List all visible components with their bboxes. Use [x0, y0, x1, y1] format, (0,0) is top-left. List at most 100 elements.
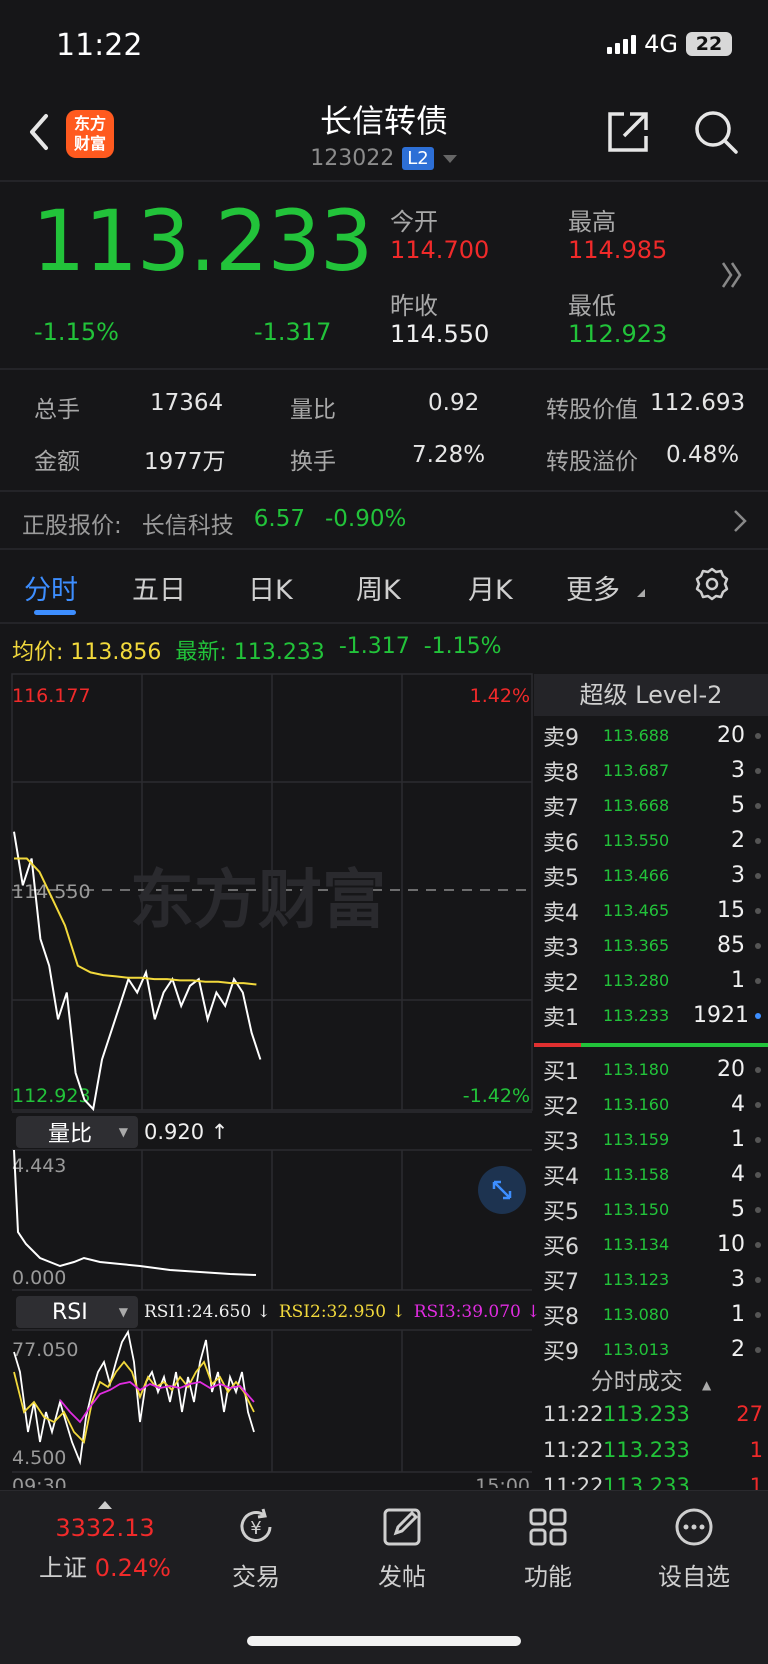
bid-row-3[interactable]: 买3 113.159 1	[543, 1122, 768, 1157]
level-dot-icon	[755, 1066, 761, 1073]
level-volume: 1921	[693, 1003, 749, 1028]
bid-row-8[interactable]: 买8 113.080 1	[543, 1297, 768, 1332]
level-price: 113.080	[603, 1305, 670, 1324]
level-dot-icon	[755, 767, 761, 774]
chevron-right-icon[interactable]	[732, 508, 748, 534]
bid-row-4[interactable]: 买4 113.158 4	[543, 1157, 768, 1192]
level-price: 113.365	[603, 936, 670, 955]
bid-row-1[interactable]: 买1 113.180 20	[543, 1052, 768, 1087]
level-price: 113.465	[603, 901, 670, 920]
premium-value: 0.48%	[666, 442, 740, 468]
tab-more[interactable]: 更多	[566, 568, 620, 607]
status-icons: 4G 22	[607, 30, 732, 58]
trade-price: 113.233	[603, 1402, 690, 1426]
level-volume: 1	[731, 1302, 745, 1327]
open-label: 今开	[390, 208, 438, 236]
book-separator	[534, 1043, 768, 1047]
tab-five-day[interactable]: 五日	[132, 568, 186, 607]
index-pct: 0.24%	[94, 1554, 171, 1582]
tab-weekly-k[interactable]: 周K	[356, 568, 401, 607]
trade-row: 11:22 113.233 27	[543, 1402, 763, 1426]
rsi-min-label: 4.500	[12, 1447, 66, 1469]
ask-row-7[interactable]: 卖7 113.668 5	[543, 788, 768, 823]
ask-row-9[interactable]: 卖9 113.688 20	[543, 718, 768, 753]
divider	[0, 180, 768, 182]
level-label: 买7	[543, 1269, 579, 1295]
search-icon[interactable]	[692, 108, 740, 156]
trade-price: 113.233	[603, 1438, 690, 1462]
level-price: 113.687	[603, 761, 670, 780]
expand-chart-button[interactable]	[478, 1166, 526, 1214]
level-label: 卖7	[543, 795, 579, 821]
level-dot-icon	[755, 1276, 761, 1283]
grid-icon	[529, 1508, 567, 1546]
index-ticker[interactable]: 3332.13 上证 0.24%	[20, 1500, 190, 1583]
nav-post[interactable]: 发帖	[342, 1505, 462, 1592]
low-label: 最低	[568, 292, 616, 320]
rsi-select[interactable]: RSI ▼	[16, 1296, 138, 1328]
level-price: 113.280	[603, 971, 670, 990]
ask-row-4[interactable]: 卖4 113.465 15	[543, 893, 768, 928]
intraday-chart[interactable]: 东方财富 116.177 1.42% 114.550 112.923 -1.42…	[0, 672, 534, 1488]
level-dot-icon	[755, 802, 761, 809]
caret-icon	[637, 589, 645, 597]
nav-functions[interactable]: 功能	[488, 1505, 608, 1592]
underlying-change: -0.90%	[324, 506, 407, 532]
gear-icon[interactable]	[694, 566, 730, 602]
ask-row-5[interactable]: 卖5 113.466 3	[543, 858, 768, 893]
double-chevron-right-icon[interactable]	[720, 260, 744, 290]
status-time: 11:22	[56, 28, 143, 63]
svg-text:¥: ¥	[250, 1518, 261, 1539]
trades-header[interactable]: 分时成交 ▲	[534, 1362, 768, 1396]
nav-trade[interactable]: ¥ 交易	[196, 1505, 316, 1592]
bid-row-7[interactable]: 买7 113.123 3	[543, 1262, 768, 1297]
caret-up-icon: ▲	[702, 1378, 712, 1392]
level-dot-icon	[755, 837, 761, 844]
ask-row-8[interactable]: 卖8 113.687 3	[543, 753, 768, 788]
turnover-value: 7.28%	[412, 442, 486, 468]
last-price: 113.233	[32, 192, 373, 290]
y-max-label: 116.177	[12, 685, 91, 707]
bid-row-2[interactable]: 买2 113.160 4	[543, 1087, 768, 1122]
level-price: 113.134	[603, 1235, 670, 1254]
level-price: 113.160	[603, 1095, 670, 1114]
open-value: 114.700	[390, 236, 490, 264]
underlying-stock-row[interactable]: 正股报价: 长信科技 6.57 -0.90%	[22, 506, 406, 540]
tab-intraday[interactable]: 分时	[24, 568, 78, 607]
ask-row-3[interactable]: 卖3 113.365 85	[543, 928, 768, 963]
tab-daily-k[interactable]: 日K	[248, 568, 293, 607]
caret-up-icon	[98, 1501, 112, 1509]
level-price: 113.159	[603, 1130, 670, 1149]
trade-row: 11:22 113.233 1	[543, 1438, 763, 1462]
watermark: 东方财富	[130, 864, 386, 938]
share-icon[interactable]	[604, 108, 652, 156]
security-code: 123022	[310, 146, 395, 171]
edit-icon	[383, 1508, 421, 1546]
tab-monthly-k[interactable]: 月K	[468, 568, 513, 607]
level-price: 113.150	[603, 1200, 670, 1219]
underlying-name: 长信科技	[141, 513, 234, 539]
security-code-row[interactable]: 123022 L2	[0, 146, 768, 171]
divider	[0, 622, 768, 624]
l2-badge: L2	[402, 147, 434, 170]
level-label: 卖5	[543, 865, 579, 891]
level-dot-icon	[755, 1171, 761, 1178]
ask-row-2[interactable]: 卖2 113.280 1	[543, 963, 768, 998]
level-dot-icon	[755, 1012, 761, 1019]
level-label: 买5	[543, 1199, 579, 1225]
level2-header[interactable]: 超级 Level-2	[534, 674, 768, 716]
level-label: 卖4	[543, 900, 579, 926]
level-label: 买6	[543, 1234, 579, 1260]
vol-ratio-select[interactable]: 量比 ▼	[16, 1116, 138, 1148]
ask-row-6[interactable]: 卖6 113.550 2	[543, 823, 768, 858]
more-icon	[675, 1508, 713, 1546]
ask-row-1[interactable]: 卖1 113.233 1921	[543, 998, 768, 1033]
bid-row-5[interactable]: 买5 113.150 5	[543, 1192, 768, 1227]
index-value: 3332.13	[55, 1514, 155, 1542]
level-label: 买4	[543, 1164, 579, 1190]
bid-row-6[interactable]: 买6 113.134 10	[543, 1227, 768, 1262]
nav-watchlist[interactable]: 设自选	[634, 1505, 754, 1592]
avg-label: 均价: 113.856	[12, 640, 162, 665]
conv-value: 112.693	[650, 390, 746, 416]
turnover-label: 换手	[290, 449, 336, 475]
